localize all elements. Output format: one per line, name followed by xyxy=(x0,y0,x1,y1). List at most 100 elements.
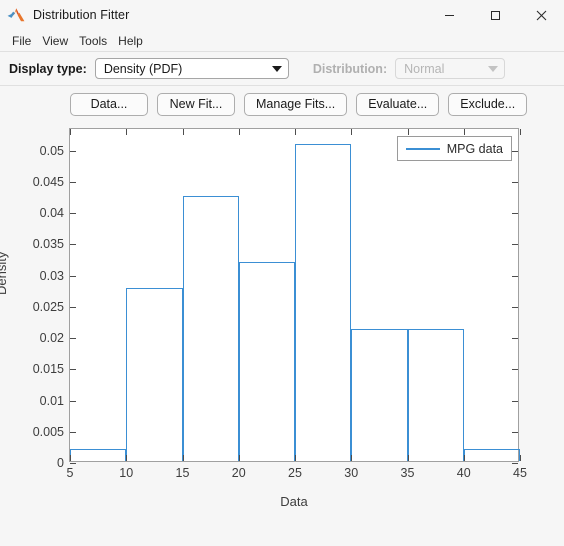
x-tick-mark xyxy=(520,129,521,135)
x-tick-mark xyxy=(463,129,465,135)
plot-axes: 0 0.005 0.01 0.015 0.02 0.025 0.03 0.035 0.04 0.0… xyxy=(33,128,527,480)
x-tick-mark xyxy=(238,129,240,135)
y-tick-mark xyxy=(512,400,518,402)
x-tick-label: 30 xyxy=(344,466,359,480)
distribution-plot-figure: 0 0.005 0.01 0.015 0.02 0.025 0.03 0.035 0.04 0.0… xyxy=(0,122,564,546)
x-tick-label: 15 xyxy=(175,466,190,480)
x-tick-mark xyxy=(295,455,296,461)
title-bar: Distribution Fitter xyxy=(0,0,564,30)
x-tick-mark xyxy=(463,455,465,461)
histogram-bar xyxy=(126,288,183,461)
legend-line-swatch xyxy=(405,147,440,150)
x-axis-title: Data xyxy=(280,494,308,509)
y-tick-label: 0.035 xyxy=(32,237,64,252)
x-tick-label: 10 xyxy=(119,466,134,480)
x-tick-mark xyxy=(295,129,296,135)
x-tick-mark xyxy=(351,129,353,135)
distribution-value: Normal xyxy=(404,61,445,76)
y-tick-mark xyxy=(70,213,76,215)
display-type-label: Display type: xyxy=(9,61,87,76)
window-title: Distribution Fitter xyxy=(33,8,130,22)
y-axis-title: Density xyxy=(0,251,9,295)
chevron-down-icon xyxy=(271,65,282,72)
histogram-bar xyxy=(182,195,239,461)
x-tick-mark xyxy=(182,455,184,461)
minimize-button[interactable] xyxy=(426,0,472,30)
display-type-value: Density (PDF) xyxy=(103,61,183,76)
histogram-bar xyxy=(295,143,352,461)
y-tick-mark xyxy=(70,369,76,371)
x-tick-mark xyxy=(70,455,71,461)
window-controls xyxy=(426,0,564,30)
histogram-bar xyxy=(351,328,408,461)
x-tick-label: 35 xyxy=(400,466,415,480)
y-tick-label: 0.015 xyxy=(32,362,64,377)
y-tick-mark xyxy=(70,338,76,340)
maximize-button[interactable] xyxy=(472,0,518,30)
data-button[interactable]: Data... xyxy=(70,92,148,116)
y-tick-label: 0.02 xyxy=(39,331,64,346)
distribution-select: Normal xyxy=(395,58,506,79)
histogram-bar xyxy=(70,448,127,461)
y-tick-label: 0 xyxy=(57,456,64,470)
menu-item-tools[interactable]: Tools xyxy=(74,33,112,49)
y-tick-mark xyxy=(70,244,76,246)
y-tick-mark xyxy=(70,150,76,152)
plot-legend[interactable]: MPG data xyxy=(396,136,512,161)
y-tick-mark xyxy=(512,150,518,152)
menu-item-view[interactable]: View xyxy=(37,33,73,49)
display-options-row: Display type: Density (PDF) Distribution… xyxy=(0,52,564,86)
x-tick-mark xyxy=(238,455,240,461)
y-tick-mark xyxy=(512,213,518,215)
menu-item-help[interactable]: Help xyxy=(113,33,148,49)
histogram-bar xyxy=(463,448,520,461)
new-fit-button[interactable]: New Fit... xyxy=(157,92,235,116)
x-tick-mark xyxy=(520,455,521,461)
menu-bar: File View Tools Help xyxy=(0,30,564,52)
x-tick-mark xyxy=(126,129,128,135)
y-tick-label: 0.005 xyxy=(32,424,64,439)
y-tick-mark xyxy=(512,244,518,246)
x-tick-mark xyxy=(351,455,353,461)
matlab-membrane-icon xyxy=(7,8,25,22)
y-tick-mark xyxy=(512,463,518,464)
x-tick-mark xyxy=(70,129,71,135)
legend-label: MPG data xyxy=(446,141,503,156)
display-type-select[interactable]: Density (PDF) xyxy=(94,58,289,79)
y-tick-mark xyxy=(70,275,76,277)
histogram-bars xyxy=(70,129,520,461)
x-tick-mark xyxy=(126,455,128,461)
chevron-down-icon xyxy=(488,65,499,72)
y-tick-label: 0.05 xyxy=(39,143,64,158)
x-tick-label: 25 xyxy=(288,466,302,480)
x-tick-label: 20 xyxy=(231,466,246,480)
y-tick-mark xyxy=(70,400,76,402)
y-tick-label: 0.045 xyxy=(32,175,64,190)
x-tick-label: 5 xyxy=(66,466,74,480)
y-tick-mark xyxy=(512,338,518,340)
action-button-row: Data... New Fit... Manage Fits... Evalua… xyxy=(0,86,564,122)
distribution-label: Distribution: xyxy=(312,61,388,76)
y-tick-label: 0.04 xyxy=(39,206,64,221)
x-tick-label: 40 xyxy=(456,466,471,480)
y-tick-mark xyxy=(70,431,76,433)
manage-fits-button[interactable]: Manage Fits... xyxy=(244,92,348,116)
y-tick-mark xyxy=(512,182,518,184)
histogram-bar xyxy=(407,328,464,461)
y-tick-label: 0.03 xyxy=(39,268,64,283)
x-tick-label: 45 xyxy=(513,466,527,480)
x-tick-mark xyxy=(407,455,409,461)
y-tick-mark xyxy=(70,463,76,464)
y-tick-mark xyxy=(70,306,76,308)
x-tick-mark xyxy=(182,129,184,135)
exclude-button[interactable]: Exclude... xyxy=(448,92,528,116)
y-tick-mark xyxy=(512,275,518,277)
close-button[interactable] xyxy=(518,0,564,30)
evaluate-button[interactable]: Evaluate... xyxy=(356,92,440,116)
y-tick-mark xyxy=(512,431,518,433)
y-tick-label: 0.025 xyxy=(32,299,64,314)
histogram-bar xyxy=(238,262,295,461)
menu-item-file[interactable]: File xyxy=(7,33,36,49)
y-tick-mark xyxy=(70,182,76,184)
x-tick-mark xyxy=(407,129,409,135)
